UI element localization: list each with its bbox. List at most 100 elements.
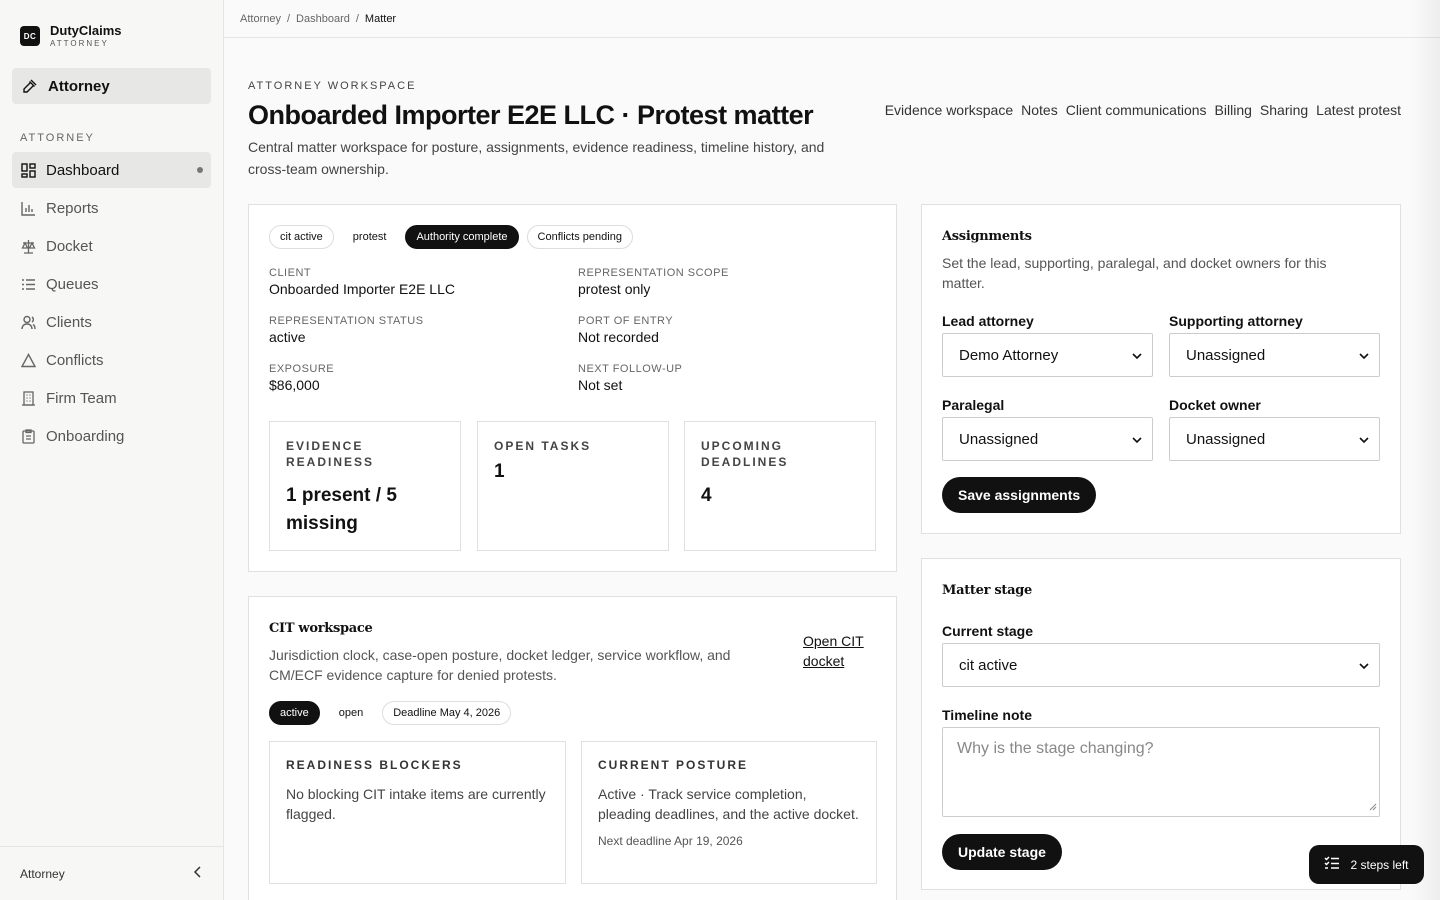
page-description: Central matter workspace for posture, as… xyxy=(248,139,825,177)
matter-stage-card: Matter stage Current stage cit active Ti… xyxy=(921,558,1401,890)
lead-attorney-select[interactable]: Demo Attorney xyxy=(942,333,1153,377)
select-value: Unassigned xyxy=(1186,430,1266,448)
stat-label: OPEN TASKS xyxy=(494,439,592,453)
resize-handle-icon[interactable] xyxy=(1369,798,1377,814)
current-posture-card: CURRENT POSTURE Active · Track service c… xyxy=(581,741,877,884)
save-assignments-button[interactable]: Save assignments xyxy=(942,477,1097,513)
current-posture-text: Active · Track service completion, plead… xyxy=(598,786,859,822)
chevron-down-icon xyxy=(1359,431,1369,448)
field-label: PORT OF ENTRY xyxy=(578,315,674,327)
readiness-blockers-text: No blocking CIT intake items are current… xyxy=(286,786,546,822)
open-cit-docket-link[interactable]: Open CIT docket xyxy=(803,631,883,671)
field-representation-scope: REPRESENTATION SCOPE protest only xyxy=(578,267,729,297)
breadcrumb-item-dashboard[interactable]: Dashboard xyxy=(296,13,350,25)
textarea-placeholder: Why is the stage changing? xyxy=(957,740,1154,757)
status-badge: active xyxy=(269,701,320,725)
docket-owner-select[interactable]: Unassigned xyxy=(1169,417,1380,461)
sidebar-item-firm-team[interactable]: Firm Team xyxy=(12,380,211,416)
sidebar-item-reports[interactable]: Reports xyxy=(12,190,211,226)
sidebar-footer-label: Attorney xyxy=(20,866,65,881)
sidebar-item-label: Queues xyxy=(46,275,99,293)
sidebar-item-dashboard[interactable]: Dashboard xyxy=(12,152,211,188)
current-stage-select[interactable]: cit active xyxy=(942,643,1380,687)
current-stage-label: Current stage xyxy=(942,623,1034,639)
list-icon xyxy=(20,276,36,292)
timeline-note-field: Timeline note Why is the stage changing? xyxy=(942,707,1380,817)
select-value: Unassigned xyxy=(1186,346,1266,364)
sidebar-item-label: Reports xyxy=(46,199,99,217)
breadcrumb-separator: / xyxy=(286,12,291,25)
cit-workspace-description: Jurisdiction clock, case-open posture, d… xyxy=(269,647,731,683)
field-exposure: EXPOSURE $86,000 xyxy=(269,363,334,393)
field-label: NEXT FOLLOW-UP xyxy=(578,363,683,375)
gavel-icon xyxy=(22,78,38,94)
breadcrumb-item-attorney[interactable]: Attorney xyxy=(240,13,281,25)
paralegal-label: Paralegal xyxy=(942,397,1005,413)
sidebar-item-queues[interactable]: Queues xyxy=(12,266,211,302)
supporting-attorney-field: Supporting attorney Unassigned xyxy=(1169,313,1380,377)
paralegal-field: Paralegal Unassigned xyxy=(942,397,1153,461)
field-value: protest only xyxy=(578,281,651,297)
paralegal-select[interactable]: Unassigned xyxy=(942,417,1153,461)
timeline-note-textarea[interactable]: Why is the stage changing? xyxy=(942,727,1380,817)
sidebar-item-attorney[interactable]: Attorney xyxy=(12,68,211,104)
field-label: REPRESENTATION STATUS xyxy=(269,315,424,327)
breadcrumb: Attorney / Dashboard / Matter xyxy=(224,0,1440,38)
tab-evidence-workspace[interactable]: Evidence workspace xyxy=(885,102,1013,118)
status-pills: cit active protest Authority complete Co… xyxy=(269,225,633,249)
field-value: active xyxy=(269,329,306,345)
scale-icon xyxy=(20,238,36,254)
sidebar-item-onboarding[interactable]: Onboarding xyxy=(12,418,211,454)
supporting-attorney-select[interactable]: Unassigned xyxy=(1169,333,1380,377)
onboarding-steps-toast[interactable]: 2 steps left xyxy=(1309,845,1424,884)
status-badge: open xyxy=(327,701,375,725)
sidebar-item-label: Firm Team xyxy=(46,389,117,407)
collapse-sidebar-icon[interactable] xyxy=(193,866,203,881)
sidebar-item-label: Onboarding xyxy=(46,427,125,445)
checklist-icon xyxy=(1324,856,1340,873)
field-port-of-entry: PORT OF ENTRY Not recorded xyxy=(578,315,673,345)
docket-owner-label: Docket owner xyxy=(1169,397,1261,413)
tab-latest-protest[interactable]: Latest protest xyxy=(1316,102,1401,118)
warning-icon xyxy=(20,352,36,368)
chevron-down-icon xyxy=(1359,347,1369,364)
status-badge: protest xyxy=(341,225,398,249)
assignments-card: Assignments Set the lead, supporting, pa… xyxy=(921,204,1401,534)
page-title: Onboarded Importer E2E LLC · Protest mat… xyxy=(248,100,814,130)
timeline-note-label: Timeline note xyxy=(942,707,1032,723)
lead-attorney-label: Lead attorney xyxy=(942,313,1034,329)
tab-client-communications[interactable]: Client communications xyxy=(1066,102,1207,118)
field-label: REPRESENTATION SCOPE xyxy=(578,267,729,279)
sidebar-item-conflicts[interactable]: Conflicts xyxy=(12,342,211,378)
current-stage-field: Current stage cit active xyxy=(942,623,1380,687)
stat-label: UPCOMING DEADLINES xyxy=(701,439,789,469)
tab-notes[interactable]: Notes xyxy=(1021,102,1058,118)
sidebar: DC DutyClaims ATTORNEY Attorney ATTORNEY… xyxy=(0,0,224,900)
bar-chart-icon xyxy=(20,200,36,216)
sidebar-item-label: Dashboard xyxy=(46,161,120,179)
status-badge: cit active xyxy=(269,225,334,249)
update-stage-button[interactable]: Update stage xyxy=(942,834,1062,870)
assignments-title: Assignments xyxy=(942,229,1032,244)
sidebar-item-clients[interactable]: Clients xyxy=(12,304,211,340)
field-client: CLIENT Onboarded Importer E2E LLC xyxy=(269,267,455,297)
sidebar-footer: Attorney xyxy=(0,846,223,900)
tab-billing[interactable]: Billing xyxy=(1215,102,1252,118)
sidebar-item-label: Clients xyxy=(46,313,92,331)
field-representation-status: REPRESENTATION STATUS active xyxy=(269,315,424,345)
brand[interactable]: DC DutyClaims ATTORNEY xyxy=(0,0,223,56)
stat-open-tasks: OPEN TASKS 1 xyxy=(477,421,669,551)
breadcrumb-item-current: Matter xyxy=(364,12,397,25)
matter-tabs: Evidence workspace Notes Client communic… xyxy=(885,102,1401,118)
readiness-blockers-label: READINESS BLOCKERS xyxy=(286,758,463,772)
matter-summary-card: cit active protest Authority complete Co… xyxy=(248,204,897,572)
field-label: EXPOSURE xyxy=(269,363,335,375)
stat-upcoming-deadlines: UPCOMING DEADLINES 4 xyxy=(684,421,876,551)
sidebar-item-docket[interactable]: Docket xyxy=(12,228,211,264)
chevron-down-icon xyxy=(1132,431,1142,448)
edge-shadow xyxy=(1412,0,1440,900)
tab-sharing[interactable]: Sharing xyxy=(1260,102,1308,118)
assignments-description: Set the lead, supporting, paralegal, and… xyxy=(942,255,1327,291)
stat-label: EVIDENCE READINESS xyxy=(286,439,375,469)
field-value: Onboarded Importer E2E LLC xyxy=(269,281,455,297)
